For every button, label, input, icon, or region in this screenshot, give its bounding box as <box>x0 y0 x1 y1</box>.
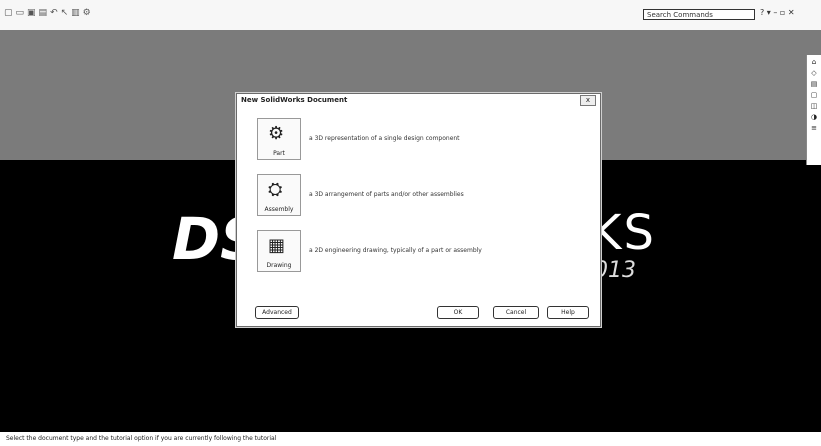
drawing-tile[interactable]: ▦ Drawing <box>257 230 301 272</box>
home-icon[interactable]: ⌂ <box>807 58 821 66</box>
options-icon[interactable]: ⚙ <box>83 8 91 18</box>
custom-props-icon[interactable]: ≡ <box>807 124 821 132</box>
task-pane: ⌂ ◇ ▤ ▢ ◫ ◑ ≡ <box>806 55 821 165</box>
part-icon: ⚙ <box>268 123 285 144</box>
part-tile[interactable]: ⚙ Part <box>257 118 301 160</box>
toolbar-icons: ▢ ▭ ▣ ▤ ↶ ↖ ▥ ⚙ <box>4 8 91 18</box>
assembly-label: Assembly <box>264 206 294 213</box>
print-icon[interactable]: ▤ <box>39 8 48 18</box>
close-button[interactable]: x <box>580 95 596 106</box>
window-controls[interactable]: ? ▾ – ▫ ✕ <box>760 8 795 17</box>
part-description: a 3D representation of a single design c… <box>309 135 460 142</box>
assembly-description: a 3D arrangement of parts and/or other a… <box>309 191 464 198</box>
option-drawing[interactable]: ▦ Drawing a 2D engineering drawing, typi… <box>257 230 577 276</box>
search-commands-input[interactable]: Search Commands <box>643 9 755 20</box>
status-bar: Select the document type and the tutoria… <box>0 432 821 446</box>
dialog-title: New SolidWorks Document <box>241 96 348 104</box>
library-icon[interactable]: ▤ <box>807 80 821 88</box>
open-icon[interactable]: ▭ <box>16 8 25 18</box>
resources-icon[interactable]: ◇ <box>807 69 821 77</box>
select-icon[interactable]: ↖ <box>61 8 69 18</box>
cancel-button[interactable]: Cancel <box>493 306 539 319</box>
save-icon[interactable]: ▣ <box>27 8 36 18</box>
undo-icon[interactable]: ↶ <box>50 8 58 18</box>
assembly-tile[interactable]: ⛭ Assembly <box>257 174 301 216</box>
part-label: Part <box>273 150 285 157</box>
main-toolbar: ▢ ▭ ▣ ▤ ↶ ↖ ▥ ⚙ Search Commands ? ▾ – ▫ … <box>0 0 821 31</box>
drawing-label: Drawing <box>266 262 292 269</box>
help-button[interactable]: Help <box>547 306 589 319</box>
option-assembly[interactable]: ⛭ Assembly a 3D arrangement of parts and… <box>257 174 577 220</box>
drawing-description: a 2D engineering drawing, typically of a… <box>309 247 482 254</box>
new-document-dialog: New SolidWorks Document x ⚙ Part a 3D re… <box>236 93 601 327</box>
option-part[interactable]: ⚙ Part a 3D representation of a single d… <box>257 118 577 164</box>
view-palette-icon[interactable]: ◫ <box>807 102 821 110</box>
assembly-icon: ⛭ <box>268 179 283 200</box>
rebuild-icon[interactable]: ▥ <box>71 8 80 18</box>
appearances-icon[interactable]: ◑ <box>807 113 821 121</box>
advanced-button[interactable]: Advanced <box>255 306 299 319</box>
new-icon[interactable]: ▢ <box>4 8 13 18</box>
explorer-icon[interactable]: ▢ <box>807 91 821 99</box>
drawing-icon: ▦ <box>268 235 286 256</box>
ok-button[interactable]: OK <box>437 306 479 319</box>
